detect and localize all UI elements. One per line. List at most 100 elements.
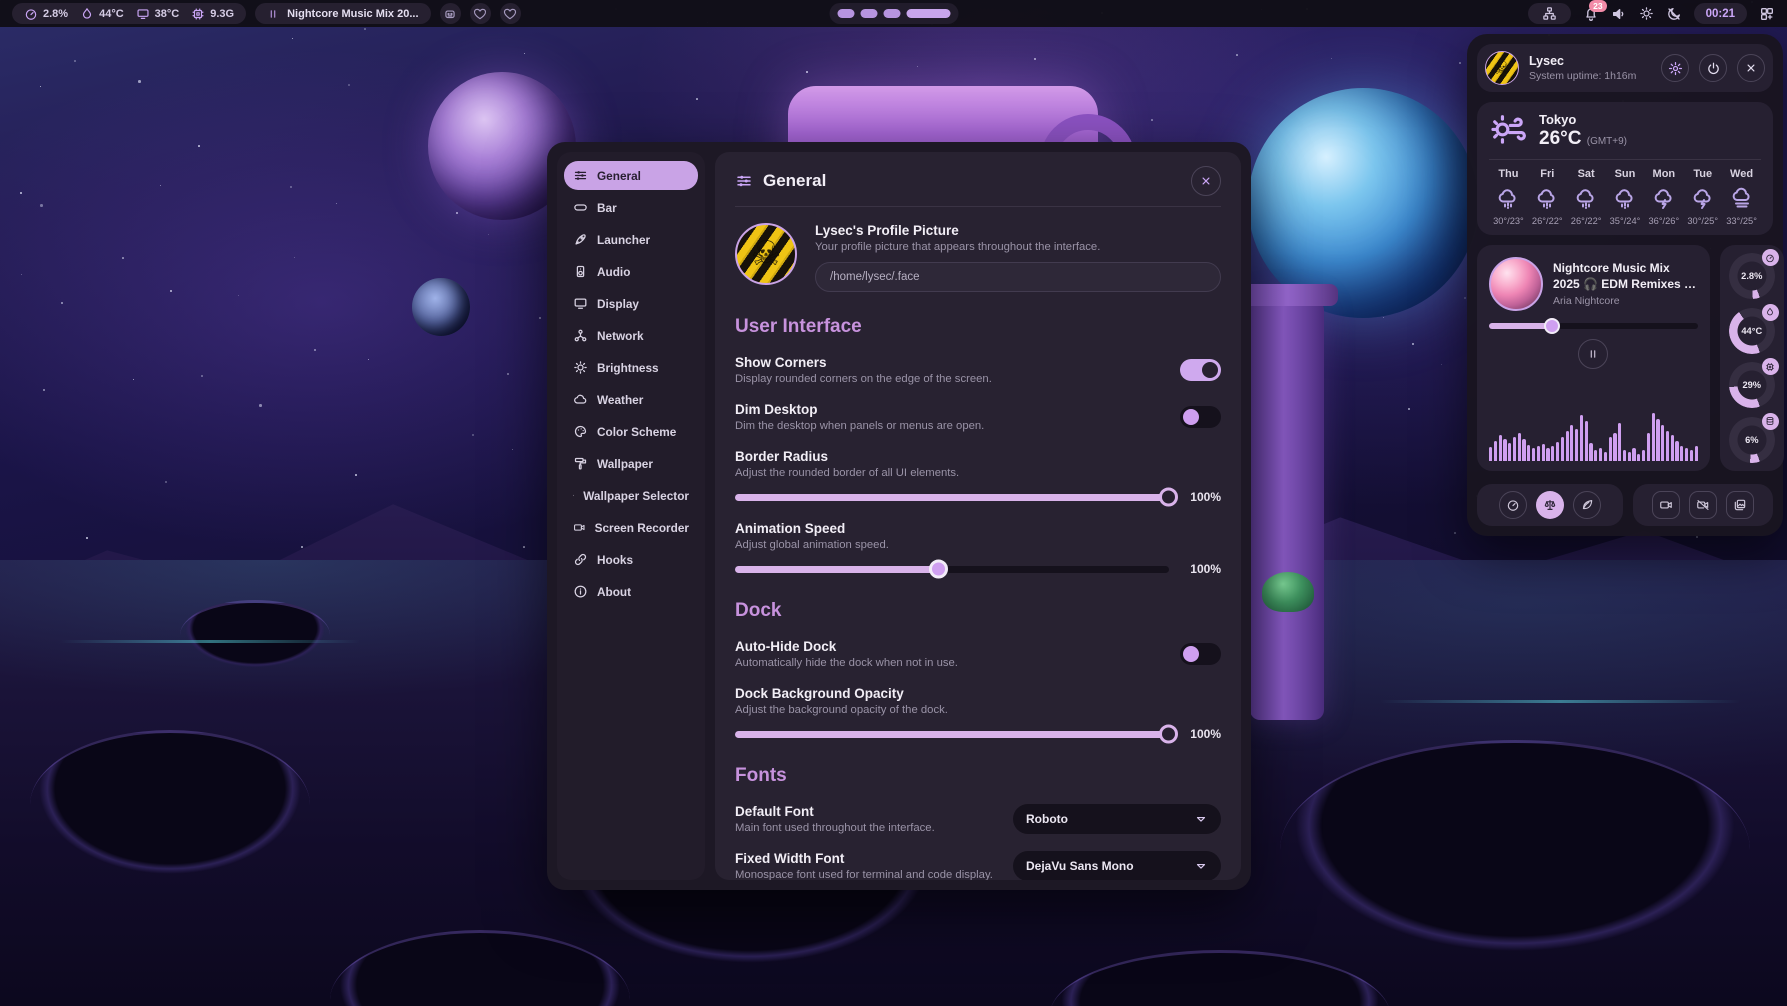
workspace-dot[interactable]: [837, 9, 854, 18]
powersave-profile-button[interactable]: [1573, 491, 1601, 519]
grid-icon: [1759, 6, 1775, 22]
balanced-profile-button[interactable]: [1536, 491, 1564, 519]
sidebar-item-brightness[interactable]: Brightness: [564, 353, 698, 382]
clock[interactable]: 00:21: [1694, 3, 1747, 24]
screenshot-button[interactable]: [1689, 491, 1717, 519]
sidebar-item-audio[interactable]: Audio: [564, 257, 698, 286]
sidebar-item-weather[interactable]: Weather: [564, 385, 698, 414]
media-pill[interactable]: Nightcore Music Mix 20...: [255, 3, 430, 24]
network-button[interactable]: [1528, 3, 1571, 24]
dropdown-value: DejaVu Sans Mono: [1026, 859, 1134, 873]
screen-record-button[interactable]: [1652, 491, 1680, 519]
slider-thumb[interactable]: [1159, 488, 1178, 507]
bot-button[interactable]: [440, 3, 461, 24]
animation-speed-slider[interactable]: [735, 566, 1169, 573]
system-stats-pill[interactable]: 2.8% 44°C 38°C 9.3G: [12, 3, 246, 24]
profile-path-input[interactable]: [815, 262, 1221, 292]
weather-timezone: (GMT+9): [1587, 136, 1627, 147]
setting-label: Animation Speed: [735, 521, 1221, 536]
power-icon: [1706, 61, 1721, 76]
wallpaper-glow: [1380, 700, 1740, 703]
sidebar-item-color-scheme[interactable]: Color Scheme: [564, 417, 698, 446]
settings-button[interactable]: [1661, 54, 1689, 82]
gauge-icon: [1506, 498, 1520, 512]
section-fonts: Fonts: [735, 765, 1221, 787]
utilities-card: [1633, 484, 1773, 526]
chevron-down-icon: [1194, 859, 1208, 873]
night-light-button[interactable]: [1666, 6, 1682, 22]
slider-thumb[interactable]: [1159, 725, 1178, 744]
temp-stat: 44°C: [80, 7, 124, 21]
border-radius-slider[interactable]: [735, 494, 1169, 501]
close-button[interactable]: [1191, 166, 1221, 196]
workspace-indicator[interactable]: [829, 3, 958, 24]
sidebar-item-label: Audio: [597, 265, 630, 279]
sidebar-item-about[interactable]: About: [564, 577, 698, 606]
sidebar-item-wallpaper-selector[interactable]: Wallpaper Selector: [564, 481, 698, 510]
fixed-width-font-dropdown[interactable]: DejaVu Sans Mono: [1013, 851, 1221, 880]
flame-icon: [80, 7, 94, 21]
workspace-dot[interactable]: [883, 9, 900, 18]
seek-thumb[interactable]: [1544, 318, 1560, 334]
sidebar-item-label: Screen Recorder: [595, 521, 689, 535]
camera-off-icon: [1696, 498, 1710, 512]
auto-hide-dock-toggle[interactable]: [1180, 643, 1221, 665]
setting-auto-hide-dock: Auto-Hide Dock Automatically hide the do…: [735, 639, 1221, 669]
sidebar-item-display[interactable]: Display: [564, 289, 698, 318]
profile-title: Lysec's Profile Picture: [815, 223, 1221, 238]
favorite-button[interactable]: [470, 3, 491, 24]
slider-thumb[interactable]: [929, 560, 948, 579]
palette-icon: [573, 424, 588, 439]
sidebar-item-label: Network: [597, 329, 644, 343]
heart-icon: [473, 7, 487, 21]
avatar[interactable]: [735, 223, 797, 285]
setting-label: Dock Background Opacity: [735, 686, 1221, 701]
sidebar-item-network[interactable]: Network: [564, 321, 698, 350]
wallpaper-bush: [1262, 572, 1314, 612]
volume-button[interactable]: [1611, 6, 1627, 22]
sidebar-item-label: Wallpaper Selector: [583, 489, 689, 503]
dim-desktop-toggle[interactable]: [1180, 406, 1221, 428]
setting-border-radius: Border Radius Adjust the rounded border …: [735, 449, 1221, 504]
leaf-icon: [1580, 498, 1594, 512]
fog-icon: [1730, 187, 1754, 211]
dock-opacity-slider[interactable]: [735, 731, 1169, 738]
weather-temp: 26°C: [1539, 128, 1581, 149]
cpu-stat: 2.8%: [24, 7, 68, 21]
notifications-button[interactable]: 23: [1583, 6, 1599, 22]
top-bar: 2.8% 44°C 38°C 9.3G Nightcore Music Mix …: [0, 0, 1787, 27]
power-button[interactable]: [1699, 54, 1727, 82]
media-player: Nightcore Music Mix 2025 🎧 EDM Remixes o…: [1477, 245, 1710, 471]
weather-forecast: Thu30°/23° Fri26°/22° Sat26°/22° Sun35°/…: [1489, 168, 1761, 226]
weather-icon: [1489, 112, 1527, 150]
workspace-dot[interactable]: [860, 9, 877, 18]
show-corners-toggle[interactable]: [1180, 359, 1221, 381]
sidebar-item-general[interactable]: General: [564, 161, 698, 190]
audio-visualizer: [1489, 411, 1698, 461]
pause-button[interactable]: [1578, 339, 1608, 369]
sidebar-item-wallpaper[interactable]: Wallpaper: [564, 449, 698, 478]
forecast-day: Mon36°/26°: [1644, 168, 1683, 226]
overview-button[interactable]: [1759, 6, 1775, 22]
avatar[interactable]: [1485, 51, 1519, 85]
setting-label: Default Font: [735, 804, 935, 819]
performance-profile-button[interactable]: [1499, 491, 1527, 519]
sidebar-item-hooks[interactable]: Hooks: [564, 545, 698, 574]
sidebar-item-screen-recorder[interactable]: Screen Recorder: [564, 513, 698, 542]
album-art[interactable]: [1489, 257, 1543, 311]
seek-slider[interactable]: [1489, 323, 1698, 329]
sidebar-item-launcher[interactable]: Launcher: [564, 225, 698, 254]
setting-description: Adjust the rounded border of all UI elem…: [735, 467, 1221, 479]
close-panel-button[interactable]: [1737, 54, 1765, 82]
brightness-button[interactable]: [1639, 6, 1654, 21]
song-artist: Aria Nightcore: [1553, 295, 1698, 307]
settings-window: General Bar Launcher Audio Display Netwo…: [547, 142, 1251, 890]
power-profile-card: [1477, 484, 1623, 526]
workspace-dot-active[interactable]: [906, 9, 950, 18]
setting-default-font: Default Font Main font used throughout t…: [735, 804, 1221, 834]
like-button[interactable]: [500, 3, 521, 24]
default-font-dropdown[interactable]: Roboto: [1013, 804, 1221, 834]
sidebar-item-bar[interactable]: Bar: [564, 193, 698, 222]
gauge-icon: [1762, 249, 1779, 266]
wallpaper-button[interactable]: [1726, 491, 1754, 519]
